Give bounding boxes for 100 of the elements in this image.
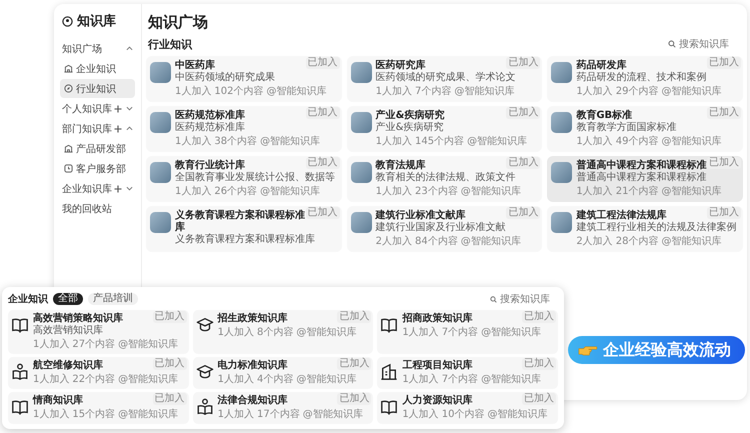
pointing-hand-icon <box>578 344 598 356</box>
knowledge-base-card[interactable]: 建筑行业标准文献库 已加入 建筑行业国家及行业标准文献 2人加入 84个内容 @智能知识库 <box>346 206 542 252</box>
knowledge-base-card[interactable]: 招商政策知识库 已加入 1人加入 7个内容 @智能知识库 <box>377 310 558 354</box>
sidebar-item[interactable]: 产品研发部 <box>60 139 135 158</box>
graduation-cap-icon <box>196 316 214 334</box>
joined-tag: 已加入 <box>707 57 741 69</box>
knowledge-base-card[interactable]: 情商知识库 已加入 1人加入 15个内容 @智能知识库 <box>8 392 189 424</box>
card-meta: 1人加入 <box>33 339 70 351</box>
card-description: 高效营销知识库 <box>33 325 104 337</box>
sidebar-item[interactable]: 行业知识 <box>60 79 135 98</box>
sidebar-item[interactable]: 客户服务部 <box>60 159 135 178</box>
book-icon <box>11 316 29 334</box>
card-meta: @智能知识库 <box>467 136 528 148</box>
page-title: 知识广场 <box>146 12 209 33</box>
card-description: 教育相关的法律法规、政策文件 <box>376 172 517 184</box>
card-title: 医药研究库 <box>376 60 427 72</box>
knowledge-base-card[interactable]: 普通高中课程方案和课程标准 已加入 普通高中课程方案和课程标准 1人加入 21个内容 @智能知识库 <box>547 156 743 202</box>
sidebar-section[interactable]: 部门知识库 <box>62 122 112 136</box>
knowledge-base-card[interactable]: 药品研发库 已加入 药品研发的流程、技术和案例 1人加入 29个内容 @智能知识库 <box>547 56 743 102</box>
knowledge-base-card[interactable]: 电力标准知识库 已加入 1人加入 4个内容 @智能知识库 <box>192 357 374 389</box>
card-title: 产业&疾病研究 <box>376 110 446 122</box>
knowledge-base-card[interactable]: 招生政策知识库 已加入 1人加入 8个内容 @智能知识库 <box>192 310 374 354</box>
card-meta: @智能知识库 <box>454 86 514 98</box>
filter-tab[interactable]: 全部 <box>53 293 83 305</box>
knowledge-base-card[interactable]: 教育GB标准 已加入 教育教学方面国家标准 1人加入 49个内容 @智能知识库 <box>547 106 743 152</box>
book-icon <box>380 398 398 416</box>
photo-placeholder <box>150 212 171 233</box>
card-meta: 1人加入 <box>576 186 613 198</box>
card-meta: @智能知识库 <box>266 86 326 98</box>
sidebar-section[interactable]: 企业知识库 <box>62 182 112 196</box>
card-title: 工程项目知识库 <box>402 360 474 372</box>
card-description: 义务教育课程方案和课程标准库 <box>175 234 316 246</box>
card-meta: @智能知识库 <box>487 409 548 421</box>
card-title: 航空维修知识库 <box>33 360 104 372</box>
knowledge-base-card[interactable]: 法律合规知识库 已加入 1人加入 17个内容 @智能知识库 <box>192 392 374 424</box>
joined-tag: 已加入 <box>506 207 540 219</box>
chevron-down-icon[interactable] <box>126 105 133 112</box>
knowledge-base-card[interactable]: 医药研究库 已加入 医药领域的研究成果、学术论文 1人加入 7个内容 @智能知识库 <box>346 56 542 102</box>
chevron-down-icon[interactable] <box>126 185 133 192</box>
joined-tag: 已加入 <box>306 57 340 69</box>
card-meta: 38个内容 <box>214 136 258 148</box>
knowledge-base-card[interactable]: 航空维修知识库 已加入 1人加入 22个内容 @智能知识库 <box>8 357 189 389</box>
card-title: 医药规范标准库 <box>175 110 246 122</box>
knowledge-base-card[interactable]: 教育行业统计库 已加入 全国教育事业发展统计公报、数据等 1人加入 26个内容 @智能知识库 <box>146 156 342 202</box>
card-title: 药品研发库 <box>576 60 628 72</box>
sidebar-section[interactable]: 个人知识库 <box>62 102 112 116</box>
card-meta: 1人加入 <box>576 136 613 148</box>
logo-icon <box>62 16 73 26</box>
photo-placeholder <box>350 112 372 133</box>
card-meta: @智能知识库 <box>260 136 320 148</box>
card-meta: 1人加入 <box>402 409 439 421</box>
card-description: 产业&疾病研究 <box>376 122 444 134</box>
knowledge-base-card[interactable]: 人力资源知识库 已加入 1人加入 10个内容 @智能知识库 <box>377 392 558 424</box>
card-meta: 7个内容 <box>442 327 478 339</box>
knowledge-base-card[interactable]: 义务教育课程方案和课程标准库 已加入 义务教育课程方案和课程标准库 <box>146 206 342 252</box>
plus-icon[interactable] <box>114 104 122 112</box>
plus-icon[interactable] <box>114 124 122 132</box>
filter-tab[interactable]: 产品培训 <box>88 293 138 305</box>
reader-icon <box>196 398 214 416</box>
card-meta: 15个内容 <box>72 409 116 421</box>
sidebar-section[interactable]: 我的回收站 <box>62 202 112 216</box>
card-meta: 1人加入 <box>218 409 254 421</box>
card-meta: 1人加入 <box>376 186 412 198</box>
card-description: 药品研发的流程、技术和案例 <box>576 72 708 84</box>
chevron-up-icon[interactable] <box>126 125 133 132</box>
card-meta: 7个内容 <box>415 86 452 98</box>
sidebar-section[interactable]: 知识广场 <box>62 42 102 56</box>
knowledge-base-card[interactable]: 高效营销策略知识库 已加入 高效营销知识库 1人加入 27个内容 @智能知识库 <box>8 310 189 354</box>
plus-icon[interactable] <box>114 184 122 192</box>
joined-tag: 已加入 <box>506 157 540 169</box>
joined-tag: 已加入 <box>306 107 340 119</box>
knowledge-base-card[interactable]: 工程项目知识库 已加入 1人加入 7个内容 @智能知识库 <box>377 357 558 389</box>
card-meta: @智能知识库 <box>460 236 521 248</box>
joined-tag: 已加入 <box>306 157 340 169</box>
knowledge-base-card[interactable]: 产业&疾病研究 已加入 产业&疾病研究 1人加入 145个内容 @智能知识库 <box>346 106 542 152</box>
chevron-up-icon[interactable] <box>126 45 133 52</box>
knowledge-base-card[interactable]: 中医药库 已加入 中医药领域的研究成果 1人加入 102个内容 @智能知识库 <box>146 56 342 102</box>
book-icon <box>11 398 29 416</box>
card-meta: 102个内容 <box>214 86 264 98</box>
sidebar-item[interactable]: 企业知识 <box>60 59 135 78</box>
building-icon <box>64 64 73 73</box>
knowledge-base-card[interactable]: 教育法规库 已加入 教育相关的法律法规、政策文件 1人加入 23个内容 @智能知识库 <box>346 156 542 202</box>
knowledge-base-card[interactable]: 医药规范标准库 已加入 医药规范标准库 1人加入 38个内容 @智能知识库 <box>146 106 342 152</box>
card-meta: 1人加入 <box>33 409 70 421</box>
joined-tag: 已加入 <box>337 311 372 323</box>
card-meta: 23个内容 <box>415 186 458 198</box>
card-meta: 10个内容 <box>442 409 484 421</box>
card-meta: 28个内容 <box>616 236 658 248</box>
card-meta: 7个内容 <box>442 374 478 386</box>
joined-tag: 已加入 <box>707 157 741 169</box>
card-title: 教育行业统计库 <box>175 160 246 172</box>
knowledge-base-card[interactable]: 建筑工程法律法规库 已加入 建筑工程行业相关的法规及法律案例 2人加入 28个内容 @智能知识库 <box>547 206 743 252</box>
clock-icon <box>64 164 73 173</box>
photo-placeholder <box>350 162 372 183</box>
card-meta: 1人加入 <box>402 374 439 386</box>
joined-tag: 已加入 <box>506 107 540 119</box>
card-meta: @智能知识库 <box>302 409 363 421</box>
photo-placeholder <box>150 112 171 133</box>
joined-tag: 已加入 <box>152 358 187 370</box>
joined-tag: 已加入 <box>522 393 556 405</box>
